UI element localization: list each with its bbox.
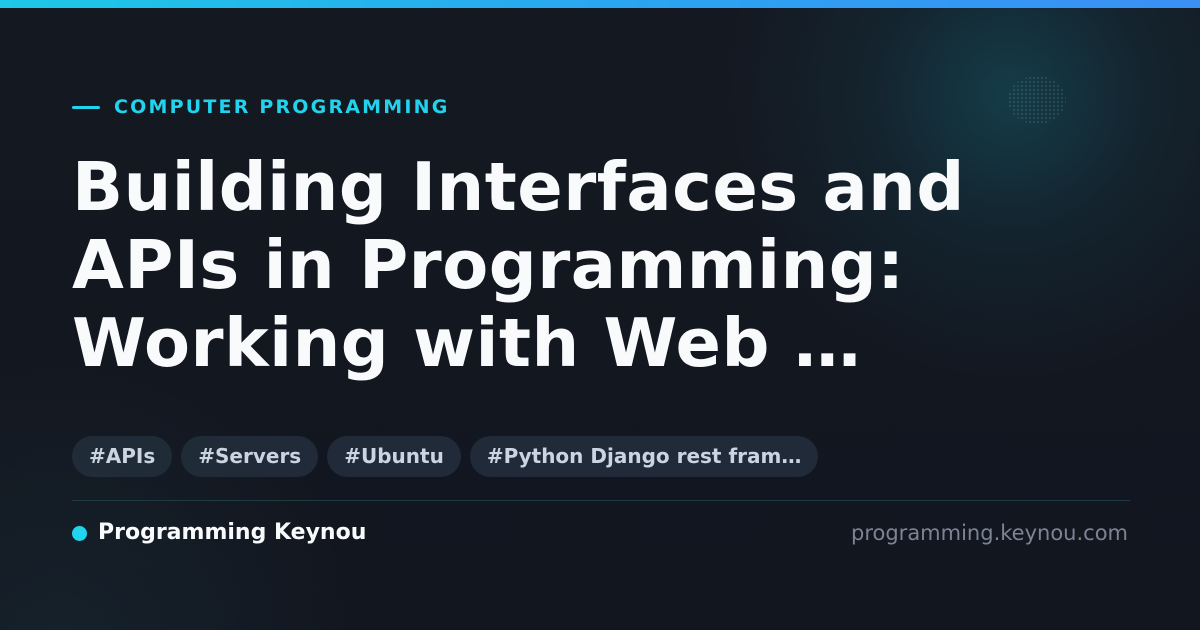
footer-divider	[72, 500, 1130, 501]
og-card: COMPUTER PROGRAMMING Building Interfaces…	[0, 0, 1200, 630]
category-label: COMPUTER PROGRAMMING	[114, 96, 450, 118]
tag-servers: #Servers	[181, 436, 319, 477]
category: COMPUTER PROGRAMMING	[72, 96, 450, 118]
dot-pattern-decoration	[1008, 76, 1066, 124]
brand-name: Programming Keynou	[98, 520, 367, 545]
tag-ubuntu: #Ubuntu	[327, 436, 461, 477]
brand: Programming Keynou	[72, 519, 366, 547]
site-domain: programming.keynou.com	[851, 521, 1128, 545]
category-accent-line	[72, 105, 100, 109]
tag-list: #APIs #Servers #Ubuntu #Python Django re…	[72, 436, 819, 477]
article-title: Building Interfaces and APIs in Programm…	[72, 148, 965, 382]
tag-python-django-rest-framework: #Python Django rest fram…	[469, 436, 819, 477]
top-accent-bar	[0, 0, 1200, 8]
brand-dot-icon	[72, 525, 87, 541]
tag-apis: #APIs	[72, 436, 173, 477]
